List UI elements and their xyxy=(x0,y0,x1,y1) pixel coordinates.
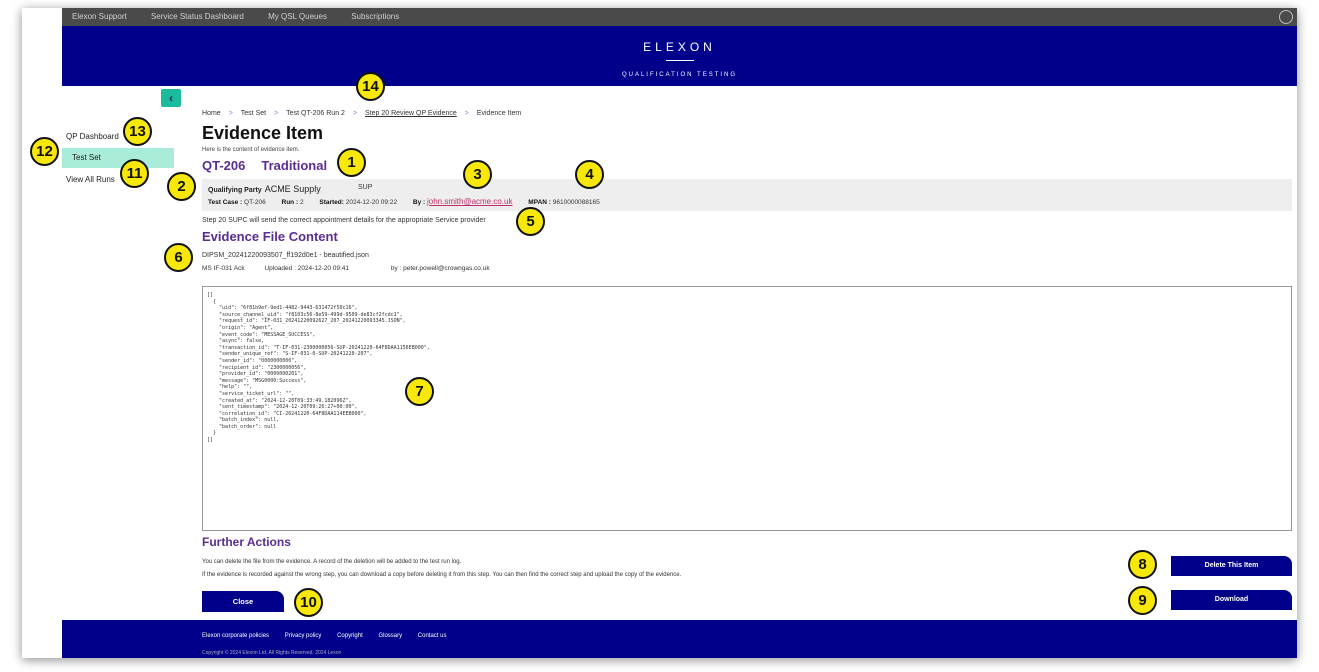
chevron-left-icon: ‹ xyxy=(169,91,173,105)
uploaded-value: 2024-12-20 09:41 xyxy=(297,265,350,272)
breadcrumb: Home > Test Set > Test QT-206 Run 2 > Step 20 … xyxy=(202,110,521,117)
sidebar-item-test-set[interactable]: Test Set xyxy=(62,148,174,168)
breadcrumb-home[interactable]: Home xyxy=(202,110,221,117)
utility-bar: Elexon Support Service Status Dashboard … xyxy=(62,8,1297,26)
annotation-badge-10: 10 xyxy=(294,588,323,617)
evidence-json: [[ { "uid": "6f81b9ef-9ed1-4482-9443-631… xyxy=(207,292,430,444)
page-intro: Here is the content of evidence item. xyxy=(202,147,300,153)
annotation-badge-1: 1 xyxy=(337,148,366,177)
app-window: Elexon Support Service Status Dashboard … xyxy=(22,8,1297,658)
chevron-right-icon: > xyxy=(352,110,358,117)
footer-link-copyright[interactable]: Copyright xyxy=(337,633,363,639)
run-value: 2 xyxy=(299,199,304,206)
evidence-meta: MS IF-031 Ack Uploaded : 2024-12-20 09:4… xyxy=(202,265,490,272)
site-footer: Elexon corporate policies Privacy policy… xyxy=(62,620,1297,658)
breadcrumb-current: Evidence Item xyxy=(476,110,522,117)
breadcrumb-step[interactable]: Step 20 Review QP Evidence xyxy=(365,110,457,117)
chevron-right-icon: > xyxy=(464,110,469,117)
footer-link-contact[interactable]: Contact us xyxy=(418,633,447,639)
delete-item-button[interactable]: Delete This Item xyxy=(1171,556,1292,576)
collapse-sidebar-button[interactable]: ‹ xyxy=(161,89,181,107)
by-label: By : xyxy=(412,199,426,206)
run-details-row: Test Case : QT-206 Run : 2 Started: 2024… xyxy=(208,197,600,206)
test-case-value: QT-206 xyxy=(244,199,266,206)
party-name: ACME Supply xyxy=(264,184,321,194)
annotation-badge-4: 4 xyxy=(575,160,604,189)
run-info-panel: Qualifying Party ACME Supply SUP Test Cas… xyxy=(202,179,1292,211)
breadcrumb-test-set[interactable]: Test Set xyxy=(241,110,266,117)
step-description: Step 20 SUPC will send the correct appoi… xyxy=(202,217,486,224)
test-heading: QT-206 Traditional xyxy=(202,158,327,173)
annotation-badge-2: 2 xyxy=(167,172,196,201)
account-icon[interactable] xyxy=(1279,10,1293,24)
chevron-right-icon: > xyxy=(274,110,279,117)
footer-links: Elexon corporate policies Privacy policy… xyxy=(202,633,460,639)
annotation-badge-6: 6 xyxy=(164,243,193,272)
started-label: Started: xyxy=(319,199,344,206)
annotation-badge-14: 14 xyxy=(356,72,385,101)
close-button[interactable]: Close xyxy=(202,591,284,612)
sidebar-item-qp-dashboard[interactable]: QP Dashboard xyxy=(62,127,174,147)
test-code: QT-206 xyxy=(202,158,246,173)
test-type: Traditional xyxy=(261,158,328,173)
uploader-email: peter.powell@crowngas.co.uk xyxy=(403,265,490,272)
top-link-queues[interactable]: My QSL Queues xyxy=(268,12,327,21)
annotation-badge-12: 12 xyxy=(30,137,59,166)
chevron-right-icon: > xyxy=(228,110,233,117)
evidence-content-viewer[interactable]: [[ { "uid": "6f81b9ef-9ed1-4482-9443-631… xyxy=(202,286,1292,531)
top-link-support[interactable]: Elexon Support xyxy=(72,12,127,21)
brand-logo[interactable]: ELEXON xyxy=(62,40,1297,54)
evidence-filename: DIPSM_20241220093507_ff192d0e1 - beautif… xyxy=(202,252,369,259)
site-header: ELEXON QUALIFICATION TESTING xyxy=(62,26,1297,86)
footer-link-glossary[interactable]: Glossary xyxy=(378,633,402,639)
message-type: MS IF-031 Ack xyxy=(202,265,245,272)
breadcrumb-test-run[interactable]: Test QT-206 Run 2 xyxy=(286,110,345,117)
annotation-badge-8: 8 xyxy=(1128,550,1157,579)
further-actions-text-2: If the evidence is recorded against the … xyxy=(202,572,682,578)
page-title: Evidence Item xyxy=(202,123,324,143)
annotation-badge-7: 7 xyxy=(405,377,434,406)
sidebar: ‹ QP Dashboard Test Set View All Runs xyxy=(62,86,181,606)
test-case-label: Test Case : xyxy=(208,199,243,206)
sidebar-item-view-all-runs[interactable]: View All Runs xyxy=(62,170,174,190)
top-link-status[interactable]: Service Status Dashboard xyxy=(151,12,244,21)
party-row: Qualifying Party ACME Supply SUP xyxy=(208,184,372,194)
further-actions-text-1: You can delete the file from the evidenc… xyxy=(202,559,462,565)
annotation-badge-11: 11 xyxy=(120,159,149,188)
party-label: Qualifying Party xyxy=(208,187,262,194)
top-link-subscriptions[interactable]: Subscriptions xyxy=(351,12,399,21)
footer-link-privacy[interactable]: Privacy policy xyxy=(285,633,322,639)
mpan-label: MPAN : xyxy=(528,199,551,206)
annotation-badge-9: 9 xyxy=(1128,586,1157,615)
evidence-heading: Evidence File Content xyxy=(202,229,338,244)
annotation-badge-3: 3 xyxy=(463,160,492,189)
annotation-badge-13: 13 xyxy=(123,117,152,146)
mpan-value: 9610000088165 xyxy=(552,199,600,206)
footer-copyright: Copyright © 2024 Elexon Ltd. All Rights … xyxy=(202,650,342,656)
brand-divider xyxy=(665,60,694,61)
run-owner-email[interactable]: john.smith@acme.co.uk xyxy=(427,197,513,206)
party-role: SUP xyxy=(358,184,373,191)
uploader-label: by : xyxy=(390,265,402,272)
started-value: 2024-12-20 09:22 xyxy=(345,199,398,206)
further-actions-heading: Further Actions xyxy=(202,535,291,549)
uploaded-label: Uploaded : xyxy=(264,265,296,272)
brand-subtitle: QUALIFICATION TESTING xyxy=(621,72,738,78)
annotation-badge-5: 5 xyxy=(516,207,545,236)
download-button[interactable]: Download xyxy=(1171,590,1292,610)
footer-link-policies[interactable]: Elexon corporate policies xyxy=(202,633,269,639)
run-label: Run : xyxy=(281,199,299,206)
